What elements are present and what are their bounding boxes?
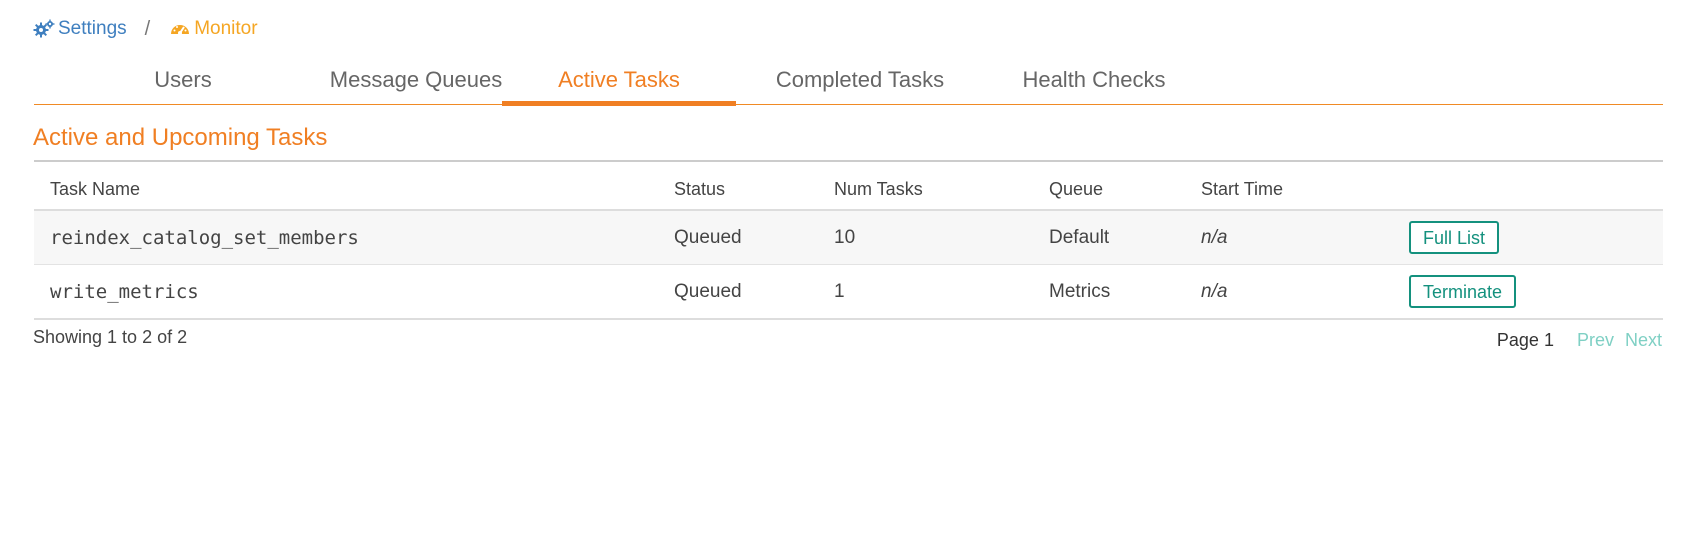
breadcrumb-settings-label: Settings [58, 18, 127, 39]
breadcrumb-monitor-label: Monitor [194, 18, 258, 39]
monitor-page: Settings / Monitor Users Message Queues … [0, 0, 1696, 552]
pagination-summary: Showing 1 to 2 of 2 [33, 327, 188, 347]
section-title: Active and Upcoming Tasks [33, 124, 328, 151]
tab-users[interactable]: Users [96, 58, 270, 104]
column-header-num-tasks: Num Tasks [834, 174, 1049, 211]
pagination: Page 1 Prev Next [1497, 330, 1662, 351]
section-divider [34, 160, 1663, 162]
status-cell: Queued [674, 210, 834, 265]
column-header-task-name: Task Name [34, 174, 674, 211]
terminate-button[interactable]: Terminate [1409, 275, 1517, 308]
breadcrumb-separator: / [144, 17, 151, 40]
start-time-cell: n/a [1201, 264, 1409, 320]
page-indicator: Page 1 [1496, 330, 1554, 350]
gears-icon [33, 18, 55, 40]
breadcrumb: Settings / Monitor [33, 16, 258, 42]
breadcrumb-monitor-link[interactable]: Monitor [169, 18, 258, 40]
tab-message-queues[interactable]: Message Queues [296, 58, 536, 104]
table-header-row: Task Name Status Num Tasks Queue Start T… [34, 174, 1663, 211]
num-tasks-cell: 1 [834, 264, 1049, 320]
actions-cell: Full List [1409, 210, 1663, 265]
column-header-status: Status [674, 174, 834, 211]
tab-active-tasks[interactable]: Active Tasks [502, 58, 736, 106]
tasks-table: Task Name Status Num Tasks Queue Start T… [34, 174, 1663, 320]
next-page-link[interactable]: Next [1625, 330, 1662, 351]
start-time-cell: n/a [1201, 210, 1409, 265]
tab-completed-tasks[interactable]: Completed Tasks [750, 58, 970, 104]
actions-cell: Terminate [1409, 264, 1663, 320]
queue-cell: Default [1049, 210, 1201, 265]
table-row: write_metrics Queued 1 Metrics n/a Termi… [34, 264, 1663, 320]
tab-bar: Users Message Queues Active Tasks Comple… [34, 58, 1663, 106]
prev-page-link[interactable]: Prev [1577, 330, 1614, 351]
table-row: reindex_catalog_set_members Queued 10 De… [34, 210, 1663, 265]
status-cell: Queued [674, 264, 834, 320]
tab-health-checks[interactable]: Health Checks [994, 58, 1194, 104]
task-name-cell: reindex_catalog_set_members [34, 210, 674, 265]
breadcrumb-settings-link[interactable]: Settings [33, 18, 127, 40]
column-header-actions [1409, 174, 1663, 211]
task-name-cell: write_metrics [34, 264, 674, 320]
num-tasks-cell: 10 [834, 210, 1049, 265]
column-header-queue: Queue [1049, 174, 1201, 211]
dashboard-icon [169, 18, 191, 40]
queue-cell: Metrics [1049, 264, 1201, 320]
full-list-button[interactable]: Full List [1409, 221, 1500, 254]
column-header-start-time: Start Time [1201, 174, 1409, 211]
